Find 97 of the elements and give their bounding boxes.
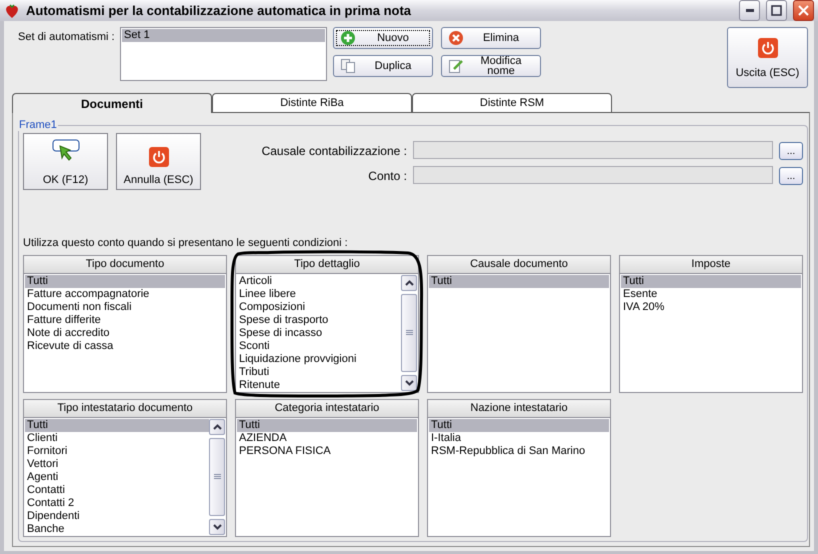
list-item[interactable]: Ricevute di cassa <box>25 340 225 353</box>
browse-button[interactable]: ... <box>779 167 803 185</box>
list-item[interactable]: Tutti <box>25 419 209 432</box>
list-item[interactable]: Clienti <box>25 432 209 445</box>
scroll-down-icon <box>404 380 414 386</box>
list-header: Nazione intestatario <box>427 399 611 417</box>
window-title: Automatismi per la contabilizzazione automatica in prima nota <box>26 3 412 18</box>
browse-button[interactable]: ... <box>779 142 803 160</box>
copy-button[interactable]: Duplica <box>333 55 433 77</box>
exit-button[interactable]: Uscita (ESC) <box>727 27 808 88</box>
list-header: Causale documento <box>427 255 611 273</box>
list-item[interactable]: IVA 20% <box>621 301 801 314</box>
power-icon <box>148 146 170 168</box>
list-item[interactable]: Composizioni <box>237 301 401 314</box>
delete-button[interactable]: Elimina <box>441 27 541 49</box>
close-button[interactable] <box>793 0 814 21</box>
copy-icon <box>340 58 356 74</box>
scrollbar[interactable] <box>209 419 225 535</box>
list-item[interactable]: Note di accredito <box>25 327 225 340</box>
list-item[interactable]: Tutti <box>429 275 609 288</box>
list-item[interactable]: Contatti <box>25 484 209 497</box>
list-item[interactable]: Tutti <box>621 275 801 288</box>
scroll-down-button[interactable] <box>401 375 417 391</box>
set-list[interactable]: Set 1 <box>120 27 327 81</box>
add-button[interactable]: Nuovo <box>333 27 433 49</box>
cancel-button[interactable]: Annulla (ESC) <box>116 133 201 190</box>
list-header: Categoria intestatario <box>235 399 419 417</box>
list-header: Imposte <box>619 255 803 273</box>
list-item[interactable]: PERSONA FISICA <box>237 445 417 458</box>
edit-icon <box>448 58 464 74</box>
list-box[interactable]: Tutti I-Italia RSM-Repubblica di San Marino <box>427 417 611 537</box>
list-item[interactable]: Contatti 2 <box>25 497 209 510</box>
scroll-down-icon <box>212 524 222 530</box>
conditions-hint: Utilizza questo conto quando si presentano le seguenti condizioni : <box>23 237 349 249</box>
power-icon <box>756 36 778 58</box>
input-field[interactable] <box>413 166 773 184</box>
frame-title: Frame1 <box>18 119 58 131</box>
scroll-thumb[interactable] <box>401 294 417 372</box>
list-item[interactable]: Set 1 <box>122 29 325 42</box>
list-item[interactable]: Tutti <box>429 419 609 432</box>
list-item[interactable]: Banche <box>25 523 209 536</box>
minimize-button[interactable] <box>739 0 760 21</box>
grip-icon <box>214 474 220 480</box>
list-item[interactable]: Spese di incasso <box>237 327 401 340</box>
list-item[interactable]: Agenti <box>25 471 209 484</box>
scroll-down-button[interactable] <box>209 519 225 535</box>
edit-button[interactable]: Modifica nome <box>441 55 541 77</box>
list-header: Tipo intestatario documento <box>23 399 227 417</box>
tab[interactable]: Distinte RiBa <box>212 93 412 113</box>
grip-icon <box>406 330 412 336</box>
list-item[interactable]: Vettori <box>25 458 209 471</box>
list-box[interactable]: Tutti Clienti Fornitori Vettori Agenti Contatti Contatti 2 Dipendenti Banche <box>23 417 227 537</box>
list-item[interactable]: Sconti <box>237 340 401 353</box>
set-label: Set di automatismi : <box>17 30 116 45</box>
maximize-icon <box>771 5 782 16</box>
list-box[interactable]: Tutti AZIENDA PERSONA FISICA <box>235 417 419 537</box>
input-field[interactable] <box>413 141 773 159</box>
list-item[interactable]: Spese di trasporto <box>237 314 401 327</box>
scroll-up-button[interactable] <box>209 419 225 435</box>
list-header: Tipo documento <box>23 255 227 273</box>
list-item[interactable]: Documenti non fiscali <box>25 301 225 314</box>
list-item[interactable]: Liquidazione provvigioni <box>237 353 401 366</box>
delete-icon <box>448 30 464 46</box>
list-item[interactable]: Tutti <box>25 275 225 288</box>
list-box[interactable]: Articoli Linee libere Composizioni Spese di trasporto Spese di incasso Sconti Liquidazione provvigioni Tributi Ritenute <box>235 273 419 393</box>
list-box[interactable]: Tutti Esente IVA 20% <box>619 273 803 393</box>
field-label: Causale contabilizzazione : <box>262 144 407 158</box>
close-icon <box>798 5 809 16</box>
tab[interactable]: Distinte RSM <box>412 93 612 113</box>
plus-icon <box>340 30 356 46</box>
tab[interactable]: Documenti <box>12 93 212 113</box>
app-icon <box>4 2 20 18</box>
scroll-up-button[interactable] <box>401 275 417 291</box>
list-item[interactable]: AZIENDA <box>237 432 417 445</box>
list-box[interactable]: Tutti <box>427 273 611 393</box>
ok-button[interactable]: OK (F12) <box>23 133 108 190</box>
scroll-up-icon <box>404 280 414 286</box>
list-item[interactable]: Fornitori <box>25 445 209 458</box>
list-item[interactable]: RSM-Repubblica di San Marino <box>429 445 609 458</box>
list-item[interactable]: Tutti <box>237 419 417 432</box>
list-item[interactable]: Tributi <box>237 366 401 379</box>
list-box[interactable]: Tutti Fatture accompagnatorie Documenti non fiscali Fatture differite Note di accredito Ricevute di cassa <box>23 273 227 393</box>
list-item[interactable]: Articoli <box>237 275 401 288</box>
list-item[interactable]: Esente <box>621 288 801 301</box>
list-header: Tipo dettaglio <box>235 255 419 273</box>
list-item[interactable]: I-Italia <box>429 432 609 445</box>
list-item[interactable]: Linee libere <box>237 288 401 301</box>
list-item[interactable]: Fatture accompagnatorie <box>25 288 225 301</box>
minimize-icon <box>746 9 754 12</box>
scrollbar[interactable] <box>401 275 417 391</box>
scroll-thumb[interactable] <box>209 438 225 516</box>
list-item[interactable]: Ritenute <box>237 379 401 392</box>
maximize-button[interactable] <box>766 0 787 21</box>
list-item[interactable]: Dipendenti <box>25 510 209 523</box>
field-label: Conto : <box>368 168 407 182</box>
scroll-up-icon <box>212 424 222 430</box>
list-item[interactable]: Fatture differite <box>25 314 225 327</box>
